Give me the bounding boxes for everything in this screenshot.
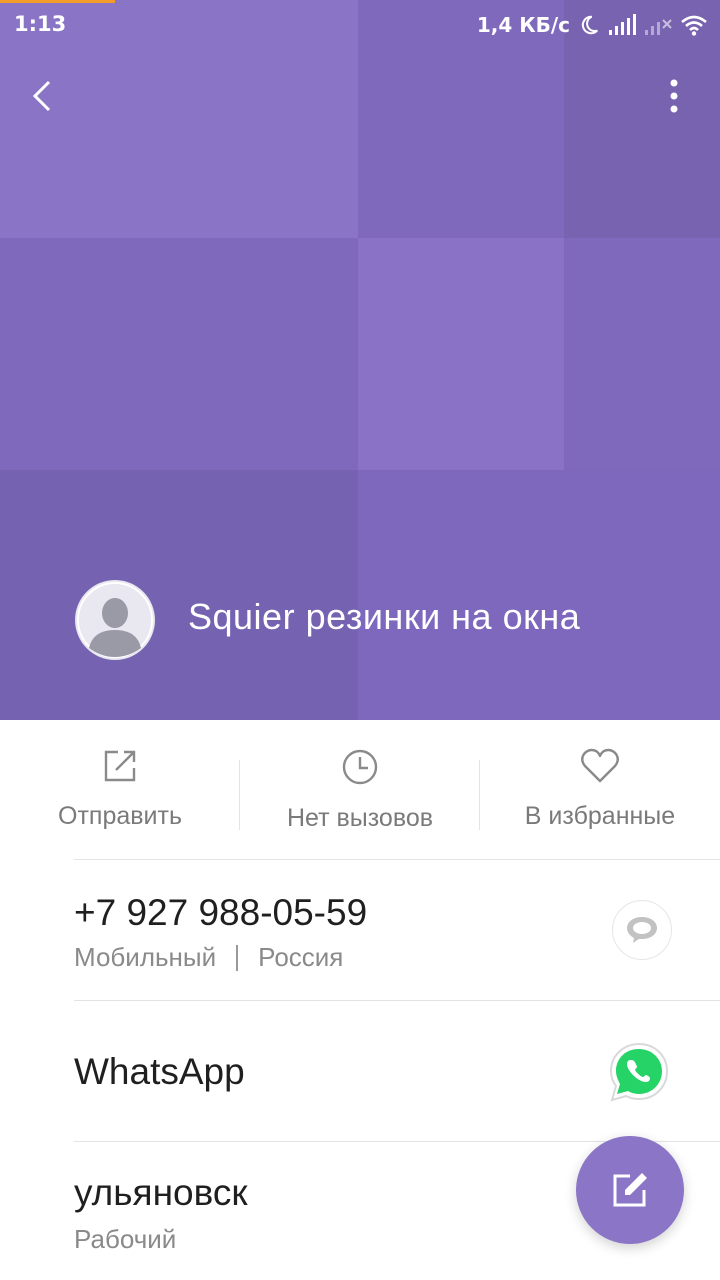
whatsapp-button[interactable] [606, 1040, 672, 1106]
address-value: ульяновск [74, 1172, 248, 1213]
back-button[interactable] [22, 74, 62, 118]
header-tile [0, 470, 358, 720]
favorite-button[interactable]: В избранные [480, 720, 720, 860]
address-type: Рабочий [74, 1224, 177, 1254]
share-label: Отправить [58, 802, 182, 830]
status-icons: 1,4 КБ/с [477, 10, 708, 40]
favorite-label: В избранные [524, 802, 676, 830]
chevron-left-icon [32, 80, 51, 112]
phone-region: Россия [258, 942, 344, 972]
header-tile [0, 238, 358, 470]
send-message-button[interactable] [612, 900, 672, 960]
action-divider [479, 760, 480, 830]
more-vert-icon [670, 79, 678, 113]
heart-icon [581, 748, 619, 783]
edit-icon [613, 1173, 647, 1207]
wifi-icon [681, 15, 707, 36]
call-log-button[interactable]: Нет вызовов [240, 720, 480, 860]
whatsapp-label: WhatsApp [74, 1051, 245, 1092]
phone-details-separator [236, 944, 239, 971]
status-bar: 1:13 1,4 КБ/с [0, 0, 720, 50]
share-button[interactable]: Отправить [0, 720, 240, 860]
header-tile [358, 238, 564, 470]
message-icon [627, 917, 657, 943]
action-row: Отправить Нет вызовов В избранные [0, 720, 720, 860]
signal-off-icon [645, 19, 672, 35]
header-tile [564, 238, 720, 470]
network-speed: 1,4 КБ/с [476, 13, 570, 37]
status-time: 1:13 [14, 12, 67, 36]
whatsapp-icon [609, 1042, 669, 1102]
person-icon [77, 582, 153, 658]
avatar[interactable] [75, 580, 155, 660]
signal-icon [609, 14, 636, 35]
edit-contact-button[interactable] [576, 1136, 684, 1244]
moon-icon [581, 15, 598, 35]
action-divider [239, 760, 240, 830]
phone-number: +7 927 988-05-59 [74, 892, 368, 933]
share-icon [104, 750, 136, 782]
contact-name: Squier резинки на окна [188, 596, 581, 637]
phone-type: Мобильный [74, 942, 217, 972]
header-tile [358, 470, 720, 720]
phone-details: Мобильный Россия [74, 942, 343, 973]
clock-icon [342, 749, 378, 785]
more-options-button[interactable] [656, 74, 692, 118]
call-log-label: Нет вызовов [286, 804, 434, 832]
